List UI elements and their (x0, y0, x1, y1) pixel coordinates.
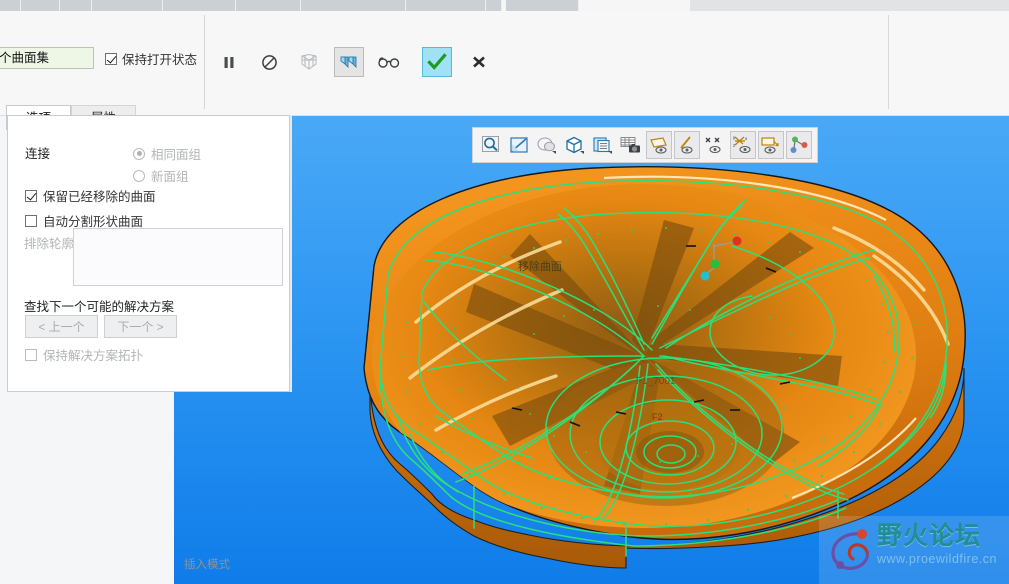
insert-mode-status: 插入模式 (184, 559, 230, 571)
label-removed-surface: 移除曲面 (518, 261, 562, 273)
ribbon-tab-segment[interactable] (486, 0, 502, 11)
csys-display-icon[interactable]: y x z (730, 131, 756, 159)
render-camera-icon[interactable] (618, 131, 644, 159)
surface-set-input[interactable]: 个曲面集 (0, 47, 94, 69)
watermark-title: 野火论坛 (877, 522, 982, 550)
radio-same-quilt-button[interactable] (133, 147, 145, 160)
orientation-cube-icon[interactable] (562, 131, 588, 159)
solution-nav-buttons: < 上一个 下一个 > (25, 315, 177, 338)
exclude-contour-label: 排除轮廓 (24, 237, 75, 251)
keep-open-checkbox-box[interactable] (105, 52, 117, 65)
ribbon-tab-segment[interactable] (92, 0, 163, 11)
radio-same-quilt[interactable]: 相同面组 (133, 144, 201, 163)
feature-dashboard: 个曲面集 保持打开状态 选项 属性 (0, 11, 1009, 130)
dashboard-icon-row (214, 47, 498, 77)
ribbon-tab-segment[interactable] (236, 0, 301, 11)
preview-geometry-icon[interactable] (334, 47, 364, 77)
checkbox-keep-removed-surfaces-box[interactable] (25, 189, 37, 202)
keep-open-label: 保持打开状态 (122, 53, 198, 67)
checkbox-keep-removed-surfaces-label: 保留已经移除的曲面 (43, 190, 156, 204)
spin-center-icon[interactable] (786, 131, 812, 159)
find-next-solution-label: 查找下一个可能的解决方案 (24, 300, 175, 314)
checkbox-keep-solution-topology-label: 保持解决方案拓扑 (43, 349, 144, 363)
saved-views-icon[interactable] (590, 131, 616, 159)
previous-solution-button[interactable]: < 上一个 (25, 315, 98, 338)
pause-icon[interactable] (214, 47, 244, 77)
checkbox-auto-split-shape-surface-box[interactable] (25, 214, 37, 227)
glasses-preview-icon[interactable] (374, 47, 404, 77)
watermark: 野火论坛 www.proewildfire.cn (819, 516, 1009, 584)
datum-point-display-icon[interactable] (702, 131, 728, 159)
options-panel-shadow (290, 115, 292, 392)
watermark-text: 野火论坛 www.proewildfire.cn (877, 522, 997, 566)
model-3d[interactable] (174, 116, 1009, 584)
dashboard-right-group (205, 11, 1009, 115)
radio-new-quilt-label: 新面组 (151, 170, 189, 184)
dashboard-left-group: 个曲面集 保持打开状态 选项 属性 (0, 11, 204, 130)
options-panel: 连接 相同面组 新面组 保留已经移除的曲面 自动分割形状曲面 排除轮廓 查找下一… (7, 115, 290, 392)
ribbon-tab-segment[interactable] (163, 0, 236, 11)
label-feature-id: F1_7001 (636, 376, 676, 387)
wireframe-preview-icon[interactable] (294, 47, 324, 77)
ribbon-tab-segment[interactable] (406, 0, 486, 11)
ribbon-tab-segment[interactable] (301, 0, 406, 11)
refit-icon[interactable] (506, 131, 532, 159)
connection-label: 连接 (25, 147, 51, 161)
checkbox-keep-removed-surfaces[interactable]: 保留已经移除的曲面 (25, 186, 156, 205)
cancel-icon[interactable] (254, 47, 284, 77)
watermark-url: www.proewildfire.cn (877, 552, 997, 566)
svg-text:z: z (733, 143, 735, 148)
ribbon-far-panel (690, 0, 1009, 11)
datum-plane-display-icon[interactable] (646, 131, 672, 159)
annotation-display-icon[interactable] (758, 131, 784, 159)
accept-button[interactable] (422, 47, 452, 77)
graphics-toolbar: y x z (472, 127, 818, 163)
label-datum: F2 (652, 412, 663, 422)
radio-same-quilt-label: 相同面组 (151, 148, 202, 162)
ribbon-tab-segment[interactable] (0, 0, 21, 11)
close-button[interactable] (464, 47, 494, 77)
forum-logo-icon (831, 529, 869, 570)
radio-new-quilt[interactable]: 新面组 (133, 166, 189, 185)
ribbon-tab-segment[interactable] (21, 0, 60, 11)
graphics-viewport[interactable]: 移除曲面 F1_7001 F2 插入模式 野火论坛 www.proewildfi… (174, 116, 1009, 584)
zoom-in-icon[interactable] (478, 131, 504, 159)
ribbon-tab-segment[interactable] (506, 0, 579, 11)
datum-axis-display-icon[interactable] (674, 131, 700, 159)
checkbox-keep-solution-topology-box[interactable] (25, 348, 37, 361)
svg-text:x: x (745, 136, 748, 141)
exclude-contour-list[interactable] (73, 228, 283, 286)
radio-new-quilt-button[interactable] (133, 169, 145, 182)
ribbon-tab-segment[interactable] (60, 0, 92, 11)
next-solution-button[interactable]: 下一个 > (104, 315, 177, 338)
checkbox-keep-solution-topology[interactable]: 保持解决方案拓扑 (25, 345, 143, 364)
dashboard-right-edge (888, 15, 889, 109)
keep-open-checkbox[interactable]: 保持打开状态 (105, 49, 197, 68)
display-style-icon[interactable] (534, 131, 560, 159)
ribbon-strip (0, 0, 1009, 18)
